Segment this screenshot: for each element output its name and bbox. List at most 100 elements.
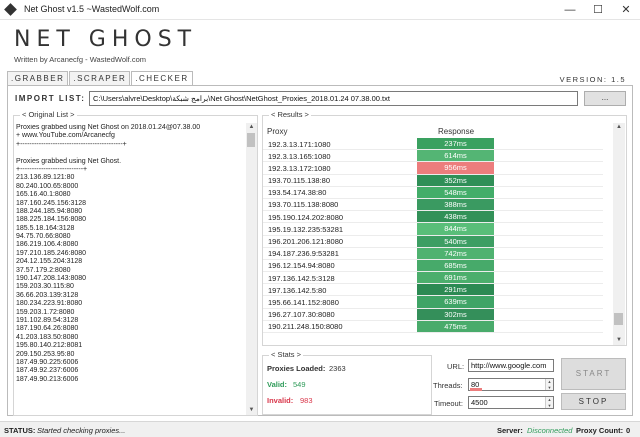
scroll-up-icon[interactable]: ▲ [613,123,625,132]
tab-scraper[interactable]: .SCRAPER [69,71,131,85]
proxy-cell: 193.70.115.138:8080 [268,200,339,210]
response-cell: 614ms [417,150,494,162]
response-cell: 438ms [417,211,494,223]
original-list-line: 190.147.208.143:8080 [16,275,87,283]
table-row[interactable]: 193.70.115.138:80 352ms [263,174,603,187]
original-list-line: 36.66.203.139:3128 [16,291,79,299]
proxy-cell: 197.136.142.5:3128 [268,273,335,283]
threads-spinner[interactable]: ▲ ▼ [545,379,553,390]
table-row[interactable]: 190.211.248.150:8080 475ms [263,320,603,333]
valid-value: 549 [293,380,306,389]
proxy-cell: 195.190.124.202:8080 [268,212,344,222]
original-list-line: 80.240.100.65:8000 [16,182,79,190]
table-row[interactable]: 194.187.236.9:53281 742ms [263,247,603,260]
table-row[interactable]: 192.3.13.172:1080 956ms [263,162,603,175]
maximize-button[interactable]: ☐ [584,0,612,20]
table-row[interactable]: 192.3.13.171:1080 237ms [263,138,603,151]
spin-down-icon[interactable]: ▼ [546,403,553,409]
timeout-value: 4500 [471,398,488,407]
original-list-textarea[interactable]: Proxies grabbed using Net Ghost on 2018.… [16,124,246,408]
timeout-spinner[interactable]: ▲ ▼ [545,397,553,408]
scroll-up-icon[interactable]: ▲ [246,123,257,132]
table-row[interactable]: 195.19.132.235:53281 844ms [263,223,603,236]
window-title: Net Ghost v1.5 ~WastedWolf.com [24,4,160,14]
minimize-button[interactable]: — [556,0,584,20]
original-list-line: 159.203.30.115:80 [16,283,74,291]
results-legend: < Results > [269,110,311,119]
table-row[interactable]: 193.70.115.138:8080 388ms [263,198,603,212]
app-icon [4,3,17,16]
table-row[interactable]: 195.190.124.202:8080 438ms [263,211,603,224]
proxy-cell: 192.3.13.165:1080 [268,151,331,161]
proxy-cell: 196.12.154.94:8080 [268,261,335,271]
original-list-line: + www.YouTube.com/Arcanecfg [16,132,115,140]
status-label: STATUS: [4,426,36,435]
table-row[interactable]: 197.136.142.5:3128 691ms [263,272,603,285]
original-list-line: 159.203.1.72:8080 [16,308,75,316]
original-list-line: 191.102.89.54:3128 [16,316,79,324]
original-list-line: 195.80.140.212:8081 [16,342,83,350]
original-list-line: 213.136.89.121:80 [16,174,75,182]
close-button[interactable]: ✕ [612,0,640,20]
scroll-thumb[interactable] [247,133,255,147]
valid-label: Valid: [267,380,288,389]
proxy-cell: 195.66.141.152:8080 [268,297,339,307]
original-list-line: 185.5.18.164:3128 [16,224,75,232]
stats-group: < Stats > Proxies Loaded: 2363 Valid: 54… [262,350,432,415]
table-row[interactable]: 193.54.174.38:80 548ms [263,186,603,199]
start-button[interactable]: START [561,358,626,390]
spin-down-icon[interactable]: ▼ [546,385,553,391]
response-cell: 742ms [417,247,494,259]
stop-button[interactable]: STOP [561,393,626,410]
response-cell: 685ms [417,259,494,272]
status-text: Started checking proxies... [37,426,126,435]
scroll-thumb[interactable] [614,313,623,325]
browse-button[interactable]: ... [584,91,626,106]
original-list-scrollbar[interactable]: ▲ ▼ [246,123,257,415]
version-label: VERSION: 1.5 [559,75,626,84]
scroll-down-icon[interactable]: ▼ [246,406,257,415]
table-row[interactable]: 196.201.206.121:8080 540ms [263,235,603,248]
original-list-line: Proxies grabbed using Net Ghost on 2018.… [16,124,201,131]
url-field[interactable]: http://www.google.com [468,359,554,372]
response-cell: 540ms [417,235,494,247]
proxy-cell: 190.211.248.150:8080 [268,322,343,332]
timeout-stepper[interactable]: 4500 ▲ ▼ [468,396,554,409]
results-header: Proxy Response [263,123,613,139]
response-cell: 291ms [417,284,494,296]
original-list-line: 37.57.179.2:8080 [16,266,71,274]
original-list-line: 186.219.106.4:8080 [16,241,79,249]
original-list-line: Proxies grabbed using Net Ghost. [16,157,122,165]
original-list-group: < Original List > Proxies grabbed using … [13,110,258,416]
table-row[interactable]: 196.27.107.30:8080 302ms [263,308,603,321]
scroll-down-icon[interactable]: ▼ [613,336,625,345]
table-row[interactable]: 197.136.142.5:80 291ms [263,284,603,297]
results-grid[interactable]: 192.3.13.171:1080 237ms 192.3.13.165:1080 6… [263,138,603,352]
table-row[interactable]: 195.66.141.152:8080 639ms [263,296,603,309]
original-list-line: 41.203.183.50:8080 [16,333,79,341]
column-header-proxy[interactable]: Proxy [267,127,287,136]
import-list-label: IMPORT LIST: [15,94,86,103]
original-list-line: 187.190.64.26:8080 [16,325,79,333]
original-list-line: +---------------------------------------… [16,140,127,148]
results-scrollbar[interactable]: ▲ ▼ [613,123,625,345]
table-row[interactable]: 196.12.154.94:8080 685ms [263,259,603,273]
proxy-cell: 194.187.236.9:53281 [268,249,339,259]
column-header-response[interactable]: Response [438,127,474,136]
original-list-legend: < Original List > [20,110,77,119]
invalid-label: Invalid: [267,396,294,405]
response-cell: 691ms [417,272,494,284]
tab-checker[interactable]: .CHECKER [131,71,193,86]
import-path-field[interactable]: C:\Users\alvre\Desktop\برامج شبكة\Net Gh… [89,91,578,106]
proxies-loaded-label: Proxies Loaded: [267,364,326,373]
status-bar: STATUS: Started checking proxies... Serv… [0,421,640,437]
original-list-line: 209.150.253.95:80 [16,350,75,358]
original-list-line: 197.210.185.246:8080 [16,249,87,257]
original-list-line: 188.225.184.156:8080 [16,216,87,224]
tab-grabber[interactable]: .GRABBER [7,71,69,85]
original-list-line: 180.234.223.91:8080 [16,300,83,308]
original-list-line: 187.49.92.237:6006 [16,367,79,375]
response-cell: 548ms [417,186,494,198]
table-row[interactable]: 192.3.13.165:1080 614ms [263,150,603,163]
results-group: < Results > Proxy Response 192.3.13.171:… [262,110,627,346]
